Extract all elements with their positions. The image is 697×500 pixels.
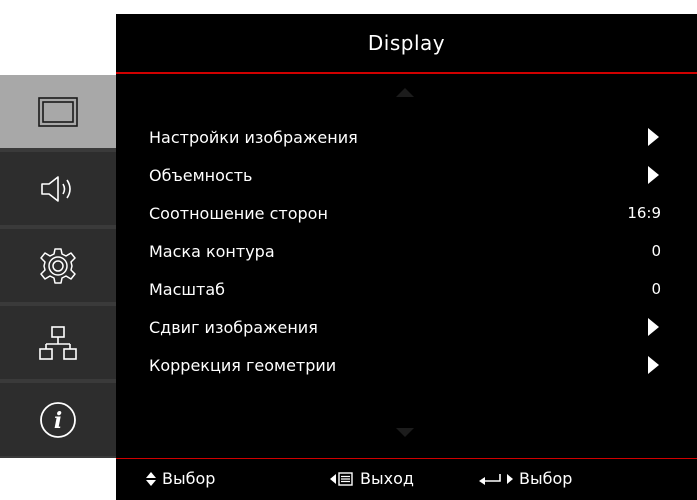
- menu-item-image-settings[interactable]: Настройки изображения: [149, 118, 661, 156]
- menu-item-value: 0: [651, 242, 661, 260]
- sidebar-item-audio[interactable]: [0, 152, 116, 225]
- hint-select-updown: Выбор: [145, 469, 215, 488]
- menu-item-value: 0: [651, 280, 661, 298]
- menu-item-label: Сдвиг изображения: [149, 317, 318, 337]
- footer-hints: Выбор Выход Выбор: [116, 459, 697, 500]
- scroll-up-icon[interactable]: [396, 88, 414, 97]
- sidebar-item-network[interactable]: [0, 306, 116, 379]
- scroll-down-icon[interactable]: [396, 428, 414, 437]
- menu-item-geometric-correction[interactable]: Коррекция геометрии: [149, 346, 661, 384]
- hint-label: Выбор: [162, 469, 216, 488]
- network-icon: [39, 325, 77, 360]
- menu-item-label: Соотношение сторон: [149, 203, 328, 223]
- enter-icon: [479, 473, 513, 485]
- menu-item-label: Маска контура: [149, 241, 275, 261]
- page-title: Display: [367, 31, 446, 55]
- menu-item-value: 16:9: [627, 204, 661, 222]
- menu-item-aspect-ratio[interactable]: Соотношение сторон 16:9: [149, 194, 661, 232]
- hint-exit: Выход: [329, 469, 414, 488]
- submenu-arrow-icon: [648, 318, 659, 336]
- settings-icon: [40, 247, 76, 284]
- menu-panel: Настройки изображения Объемность Соотнош…: [116, 74, 697, 458]
- updown-arrows-icon: [146, 471, 156, 486]
- sidebar: i: [0, 75, 116, 458]
- menu-item-edge-mask[interactable]: Маска контура 0: [149, 232, 661, 270]
- menu-item-3d[interactable]: Объемность: [149, 156, 661, 194]
- menu-item-label: Коррекция геометрии: [149, 355, 337, 375]
- hint-label: Выход: [360, 469, 414, 488]
- sidebar-item-info[interactable]: i: [0, 383, 116, 456]
- menu-item-label: Настройки изображения: [149, 127, 358, 147]
- display-icon: [38, 96, 78, 127]
- svg-text:i: i: [54, 408, 62, 434]
- audio-icon: [41, 175, 71, 202]
- hint-enter: Выбор: [478, 469, 572, 488]
- submenu-arrow-icon: [648, 356, 659, 374]
- menu-list: Настройки изображения Объемность Соотнош…: [149, 118, 661, 384]
- menu-item-label: Объемность: [149, 165, 253, 185]
- hint-label: Выбор: [519, 469, 573, 488]
- info-icon: i: [40, 401, 76, 438]
- sidebar-item-display[interactable]: [0, 75, 116, 148]
- osd-menu: Display Настройки изображения Объемность…: [116, 14, 697, 500]
- menu-item-label: Масштаб: [149, 279, 226, 299]
- submenu-arrow-icon: [648, 128, 659, 146]
- sidebar-item-settings[interactable]: [0, 229, 116, 302]
- menu-item-zoom[interactable]: Масштаб 0: [149, 270, 661, 308]
- menu-item-image-shift[interactable]: Сдвиг изображения: [149, 308, 661, 346]
- submenu-arrow-icon: [648, 166, 659, 184]
- menu-back-icon: [330, 471, 353, 486]
